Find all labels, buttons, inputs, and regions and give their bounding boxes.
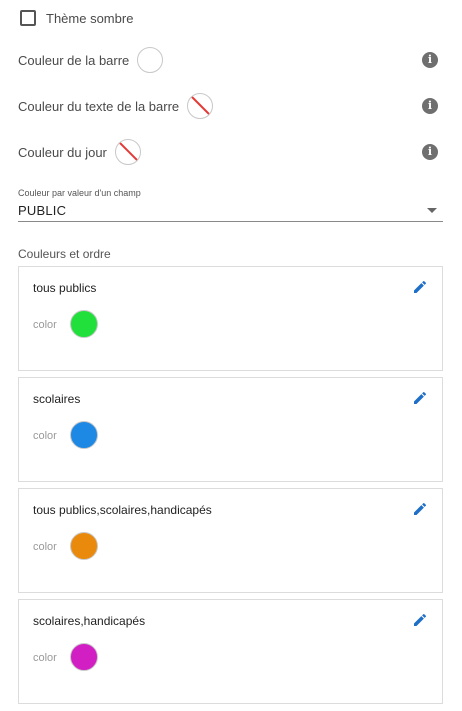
color-card: scolaires color xyxy=(18,377,443,482)
info-icon[interactable]: i xyxy=(422,144,438,160)
color-card: scolaires,handicapés color xyxy=(18,599,443,704)
bar-color-row: Couleur de la barre i xyxy=(18,43,438,77)
color-card-swatch[interactable] xyxy=(70,643,98,671)
field-color-select-value: PUBLIC xyxy=(18,203,67,218)
pencil-icon[interactable] xyxy=(412,612,428,628)
color-card-color-label: color xyxy=(33,430,57,442)
field-color-select[interactable]: PUBLIC xyxy=(18,200,443,222)
dark-theme-label: Thème sombre xyxy=(46,10,134,26)
color-card-swatch[interactable] xyxy=(70,421,98,449)
day-color-swatch[interactable] xyxy=(114,139,141,165)
color-card-title: scolaires xyxy=(33,392,81,406)
bar-color-label: Couleur de la barre xyxy=(18,52,130,68)
dark-theme-checkbox-row[interactable]: Thème sombre xyxy=(20,8,133,28)
color-card-swatch[interactable] xyxy=(70,532,98,560)
color-card-title: tous publics,scolaires,handicapés xyxy=(33,503,212,517)
color-card-color-label: color xyxy=(33,319,57,331)
bar-text-color-label: Couleur du texte de la barre xyxy=(18,98,180,114)
bar-text-color-row: Couleur du texte de la barre i xyxy=(18,89,438,123)
color-card-title: scolaires,handicapés xyxy=(33,614,146,628)
color-card-swatch[interactable] xyxy=(70,310,98,338)
pencil-icon[interactable] xyxy=(412,279,428,295)
info-icon[interactable]: i xyxy=(422,98,438,114)
field-color-select-label: Couleur par valeur d'un champ xyxy=(18,188,141,198)
color-card-color-label: color xyxy=(33,541,57,553)
day-color-label: Couleur du jour xyxy=(18,144,107,160)
chevron-down-icon[interactable] xyxy=(427,208,437,213)
pencil-icon[interactable] xyxy=(412,390,428,406)
day-color-row: Couleur du jour i xyxy=(18,135,438,169)
colors-order-title: Couleurs et ordre xyxy=(18,247,111,261)
info-icon[interactable]: i xyxy=(422,52,438,68)
color-card: tous publics,scolaires,handicapés color xyxy=(18,488,443,593)
bar-text-color-swatch[interactable] xyxy=(187,93,214,119)
color-card-color-label: color xyxy=(33,652,57,664)
color-card-title: tous publics xyxy=(33,281,97,295)
pencil-icon[interactable] xyxy=(412,501,428,517)
color-card: tous publics color xyxy=(18,266,443,371)
bar-color-swatch[interactable] xyxy=(137,47,164,73)
dark-theme-checkbox[interactable] xyxy=(20,10,36,26)
